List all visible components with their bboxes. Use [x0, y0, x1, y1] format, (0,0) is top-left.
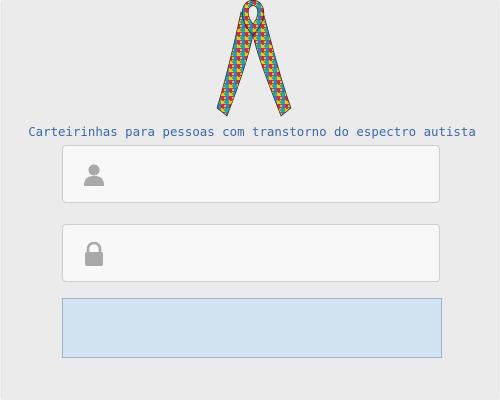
username-field[interactable]: [62, 145, 440, 204]
app-subtitle: Carteirinhas para pessoas com transtorno…: [28, 124, 476, 139]
login-panel: Carteirinhas para pessoas com transtorno…: [2, 0, 498, 400]
username-input[interactable]: [123, 146, 427, 204]
password-input[interactable]: [123, 225, 427, 283]
password-field[interactable]: [62, 224, 440, 283]
login-button[interactable]: [62, 298, 442, 358]
lock-icon: [85, 242, 103, 266]
autism-awareness-puzzle-ribbon-icon: [216, 0, 292, 117]
user-icon: [84, 164, 104, 186]
